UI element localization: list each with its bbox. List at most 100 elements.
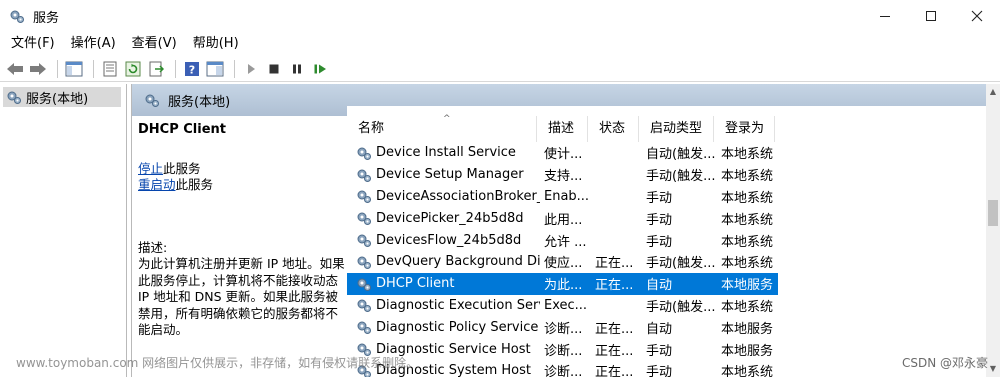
service-desc-cell: 使计... — [544, 147, 583, 163]
service-startup-cell: 自动 — [646, 321, 673, 337]
maximize-button[interactable] — [908, 0, 954, 32]
window-title: 服务 — [33, 10, 60, 26]
resume-icon — [314, 64, 326, 73]
export-list-button[interactable] — [146, 59, 166, 79]
service-startup-cell: 手动(触发... — [646, 169, 716, 185]
menu-action[interactable]: 操作(A) — [63, 33, 124, 55]
console-tree-icon — [65, 61, 83, 76]
properties-button[interactable] — [100, 59, 120, 79]
back-button[interactable] — [5, 59, 25, 79]
export-icon — [149, 61, 164, 76]
service-name-cell: DevicesFlow_24b5d8d — [347, 232, 540, 248]
service-desc-cell: 此用... — [544, 212, 583, 228]
menu-help[interactable]: 帮助(H) — [185, 33, 247, 55]
show-hide-icon — [206, 61, 224, 76]
column-startup-label: 启动类型 — [650, 121, 703, 136]
service-logon-cell: 本地系统 — [721, 234, 774, 250]
forward-button[interactable] — [28, 59, 48, 79]
service-logon-cell: 本地系统 — [721, 169, 774, 185]
svg-text:?: ? — [189, 63, 195, 76]
menu-file[interactable]: 文件(F) — [3, 33, 63, 55]
service-desc-cell: 允许 ... — [544, 234, 587, 250]
vertical-scrollbar[interactable]: ▲ ▼ — [986, 84, 1000, 377]
toolbar: ? — [0, 56, 1000, 82]
restart-service-suffix: 此服务 — [175, 177, 214, 192]
service-row[interactable]: Device Setup Manager 支持... 手动(触发... 本地系统 — [347, 164, 778, 186]
service-row[interactable]: DevicePicker_24b5d8d 此用... 手动 本地系统 — [347, 207, 778, 229]
menu-view[interactable]: 查看(V) — [124, 33, 185, 55]
service-gear-icon — [357, 299, 371, 313]
service-status-cell: 正在... — [595, 278, 634, 294]
stop-service-link[interactable]: 停止 — [138, 161, 163, 176]
service-logon-cell: 本地系统 — [721, 299, 774, 315]
column-header-name[interactable]: ^ 名称 — [347, 114, 537, 142]
column-header-description[interactable]: 描述 — [537, 116, 588, 142]
service-name-cell: Diagnostic Execution Service — [347, 297, 540, 313]
service-desc-cell: 诊断... — [544, 343, 583, 359]
help-icon: ? — [185, 61, 199, 76]
services-gear-icon — [145, 94, 159, 107]
service-row[interactable]: DevQuery Background Dis...使应... 正在... 手动(触… — [347, 251, 778, 273]
stop-service-button[interactable] — [264, 59, 284, 79]
service-name-cell: DeviceAssociationBroker_2... — [347, 188, 540, 204]
service-name: DevQuery Background Dis... — [376, 254, 540, 270]
services-gear-icon — [7, 91, 21, 104]
title-bar: 服务 — [0, 0, 1000, 32]
minimize-button[interactable] — [862, 0, 908, 32]
restart-service-button[interactable] — [310, 59, 330, 79]
tree-item-services-local[interactable]: 服务(本地) — [3, 87, 121, 107]
stop-service-action: 停止此服务 — [138, 161, 348, 178]
service-startup-cell: 手动(触发... — [646, 299, 716, 315]
service-status-cell: 正在... — [595, 365, 634, 377]
refresh-button[interactable] — [123, 59, 143, 79]
service-startup-cell: 手动 — [646, 234, 673, 250]
service-status-cell: 正在... — [595, 256, 634, 272]
console-tree-button[interactable] — [64, 59, 84, 79]
selected-service-name: DHCP Client — [138, 122, 227, 137]
service-startup-cell: 手动(触发... — [646, 256, 716, 272]
toolbar-separator — [175, 59, 176, 78]
toolbar-separator — [93, 59, 94, 78]
restart-service-link[interactable]: 重启动 — [138, 177, 176, 192]
tree-item-label: 服务(本地) — [26, 91, 89, 107]
service-name-cell: DHCP Client — [347, 276, 540, 292]
service-row[interactable]: DevicesFlow_24b5d8d 允许 ... 手动 本地系统 — [347, 229, 778, 251]
service-row[interactable]: Diagnostic Execution ServiceExec... 手动(触发… — [347, 295, 778, 317]
service-desc-cell: 为此... — [544, 278, 583, 294]
service-row[interactable]: Device Install Service 使计... 自动(触发... 本地系统 — [347, 142, 778, 164]
service-desc-cell: 使应... — [544, 256, 583, 272]
column-header-logon-as[interactable]: 登录为 — [714, 116, 775, 142]
service-row[interactable]: Diagnostic Policy Service 诊断... 正在... 自动 本地服… — [347, 316, 778, 338]
service-logon-cell: 本地系统 — [721, 212, 774, 228]
scroll-down-icon[interactable]: ▼ — [989, 365, 997, 373]
watermark-left: www.toymoban.com 网络图片仅供展示，非存储，如有侵权请联系删除。 — [16, 356, 419, 370]
toolbar-separator — [234, 59, 235, 78]
help-button[interactable]: ? — [182, 59, 202, 79]
restart-service-action: 重启动此服务 — [138, 177, 348, 194]
column-header-status[interactable]: 状态 — [588, 116, 639, 142]
scrollbar-thumb[interactable] — [988, 200, 998, 226]
service-logon-cell: 本地系统 — [721, 147, 774, 163]
service-gear-icon — [357, 234, 371, 248]
service-row[interactable]: DeviceAssociationBroker_2...Enab... 手动 本地系… — [347, 186, 778, 208]
stop-icon — [269, 64, 279, 73]
service-row[interactable]: DHCP Client 为此... 正在... 自动 本地服务 — [347, 272, 778, 295]
service-startup-cell: 手动 — [646, 343, 673, 359]
service-startup-cell: 手动 — [646, 365, 673, 377]
column-header-startup-type[interactable]: 启动类型 — [639, 116, 714, 142]
service-startup-cell: 手动 — [646, 212, 673, 228]
close-button[interactable] — [954, 0, 1000, 32]
column-name-label: 名称 — [358, 121, 385, 136]
service-name: DevicePicker_24b5d8d — [376, 210, 524, 226]
column-status-label: 状态 — [599, 121, 626, 136]
service-details: DHCP Client 停止此服务 重启动此服务 描述: 为此计算机注册并更新 … — [138, 122, 348, 339]
show-hide-button[interactable] — [205, 59, 225, 79]
service-name-cell: Diagnostic Policy Service — [347, 319, 540, 335]
service-logon-cell: 本地服务 — [721, 278, 774, 294]
service-description: 为此计算机注册并更新 IP 地址。如果此服务停止，计算机将不能接收动态 IP 地… — [138, 256, 345, 337]
pause-service-button[interactable] — [287, 59, 307, 79]
scroll-up-icon[interactable]: ▲ — [989, 88, 997, 96]
service-gear-icon — [357, 147, 371, 160]
start-service-button[interactable] — [241, 59, 261, 79]
service-logon-cell: 本地系统 — [721, 365, 774, 377]
